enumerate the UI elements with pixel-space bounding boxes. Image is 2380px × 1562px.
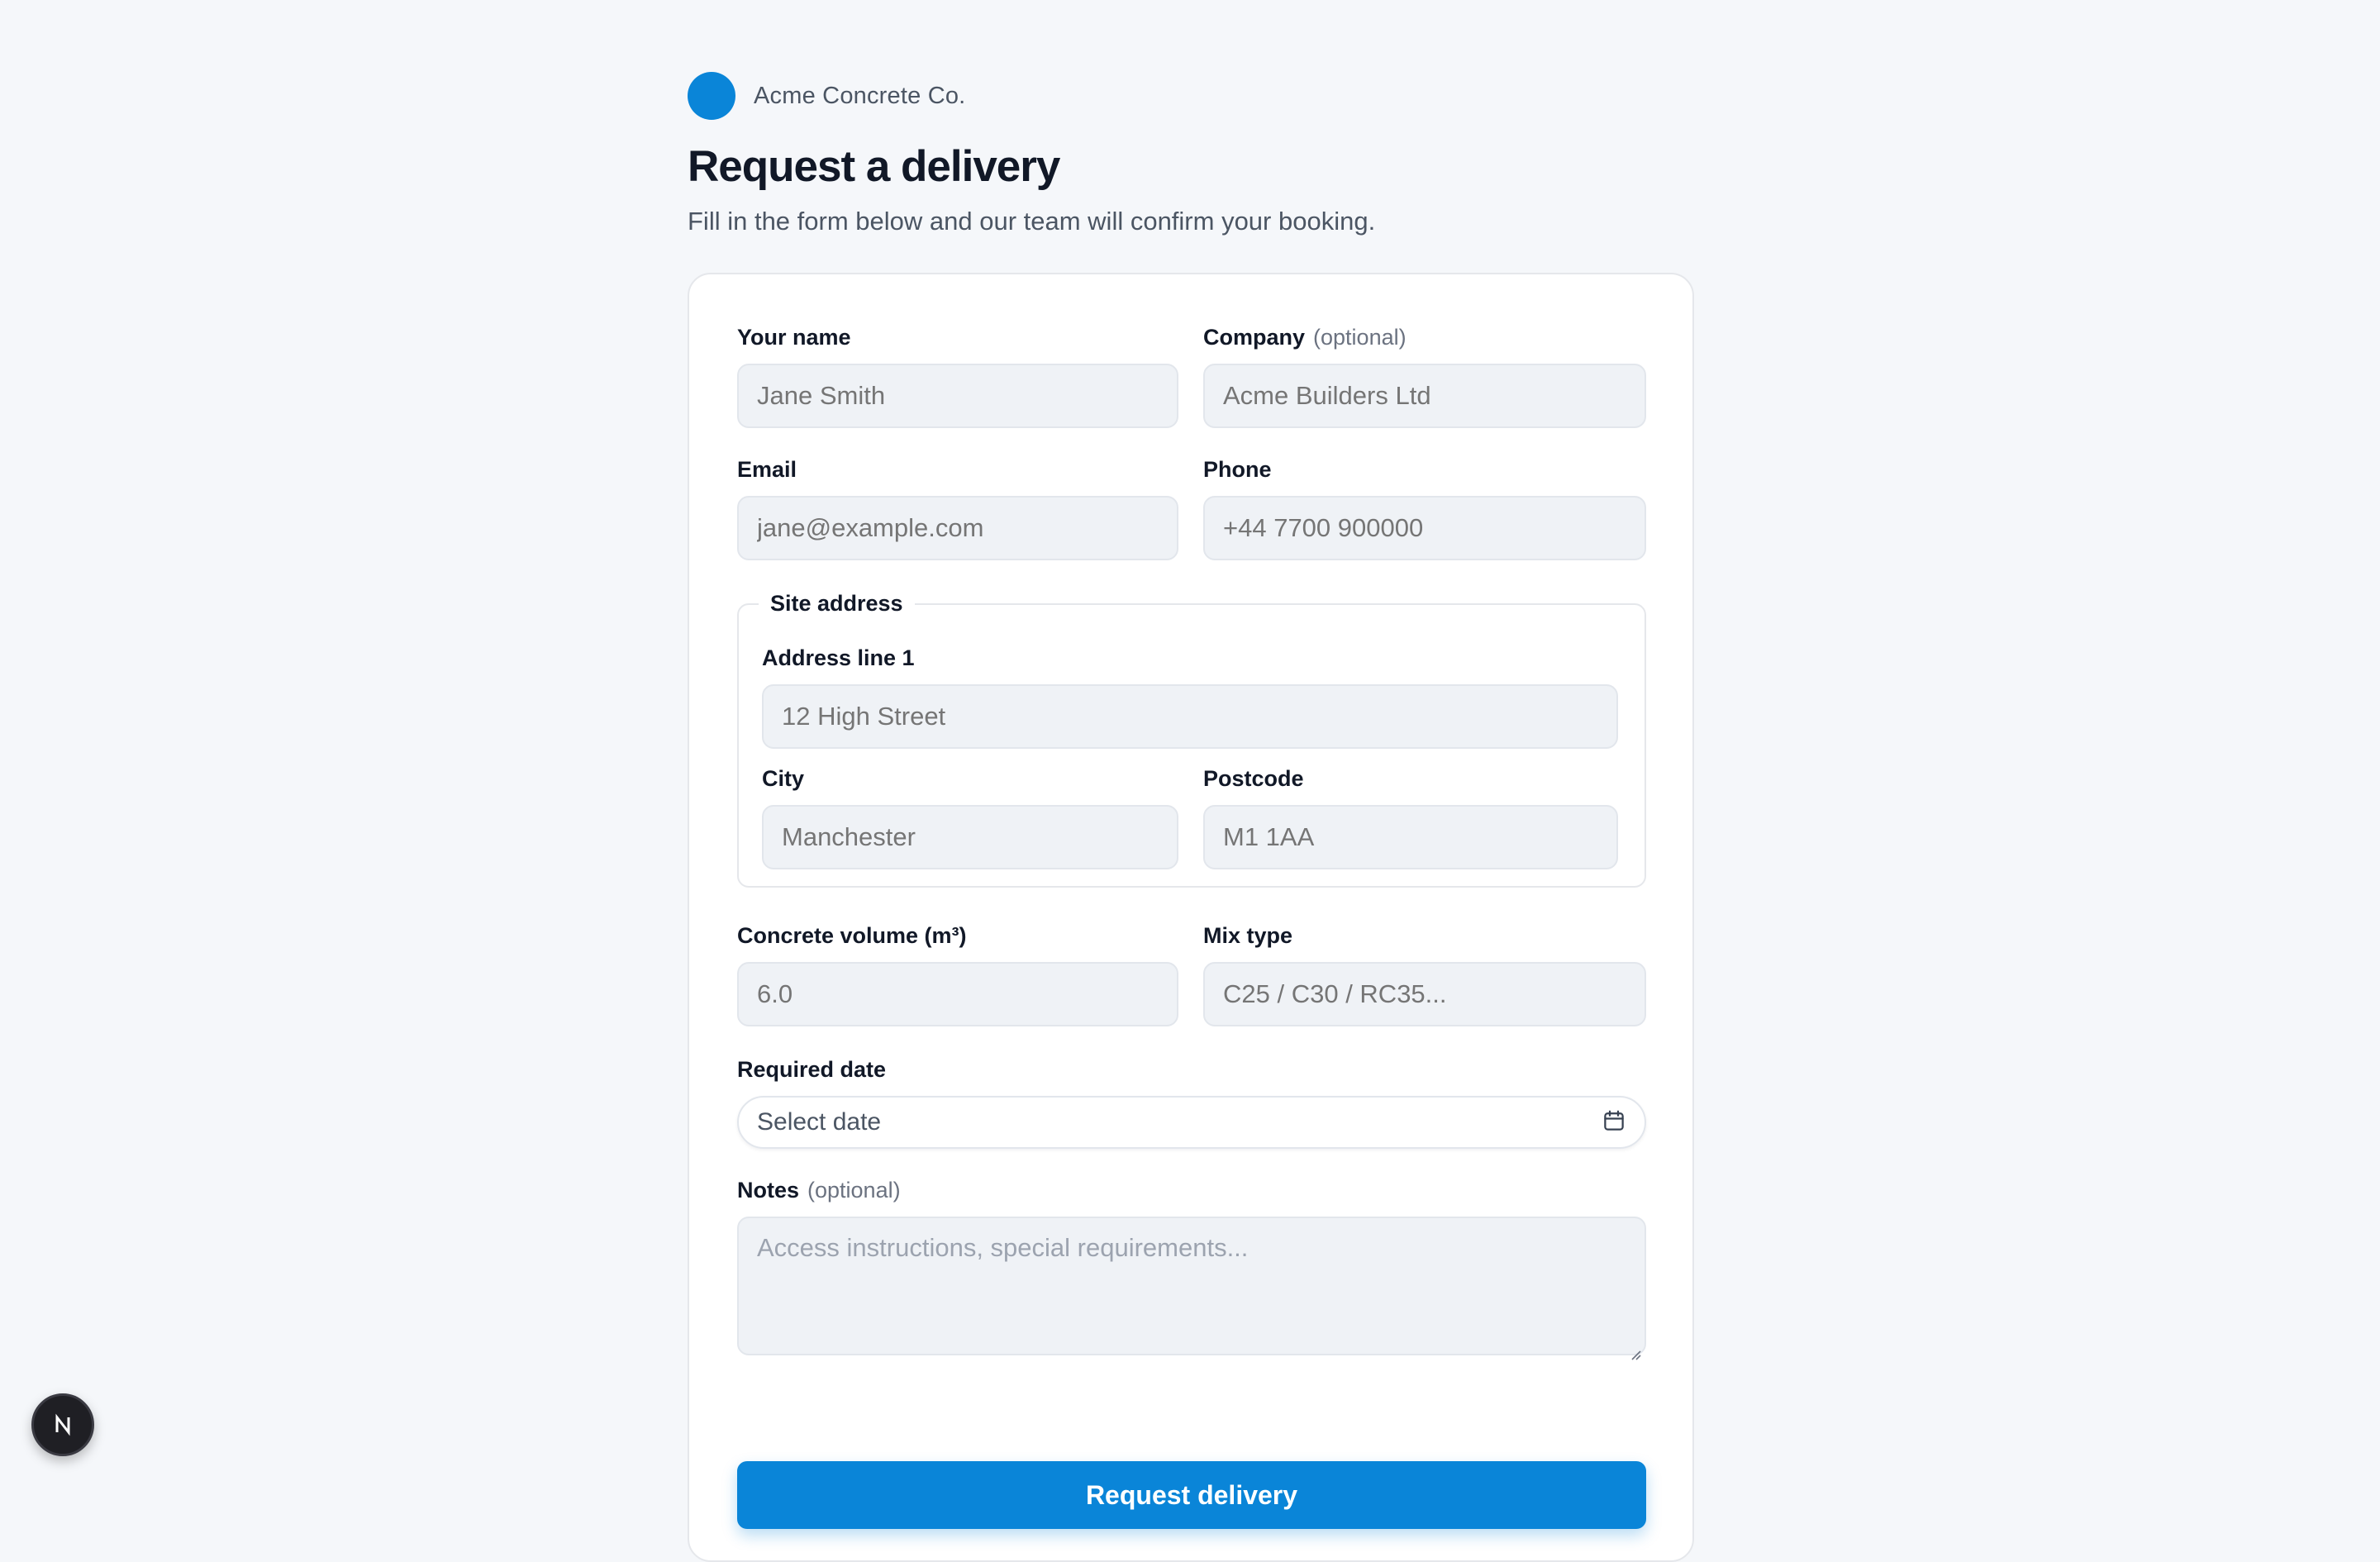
volume-label: Concrete volume (m³) <box>737 921 1178 950</box>
volume-field: Concrete volume (m³) <box>737 921 1178 1026</box>
name-input[interactable] <box>737 364 1178 428</box>
postcode-input[interactable] <box>1203 805 1618 869</box>
address1-label-text: Address line 1 <box>762 645 915 670</box>
name-field: Your name <box>737 322 1178 428</box>
email-input[interactable] <box>737 496 1178 560</box>
date-label-text: Required date <box>737 1057 887 1082</box>
nextjs-logo-icon <box>55 1413 70 1436</box>
notes-label: Notes (optional) <box>737 1175 1646 1205</box>
site-address-fieldset: Site address Address line 1 City Postcod… <box>737 588 1646 888</box>
email-field: Email <box>737 455 1178 560</box>
mix-field: Mix type <box>1203 921 1646 1026</box>
company-label-text: Company <box>1203 325 1306 350</box>
company-optional-hint: (optional) <box>1313 325 1407 350</box>
date-field: Required date Select date <box>737 1055 1646 1149</box>
postcode-field: Postcode <box>1203 764 1618 869</box>
postcode-label: Postcode <box>1203 764 1618 793</box>
city-input[interactable] <box>762 805 1178 869</box>
delivery-form-card: Your name Company(optional) Email Phone … <box>688 273 1694 1562</box>
city-field: City <box>762 764 1178 869</box>
notes-label-text: Notes <box>737 1178 800 1202</box>
address1-input[interactable] <box>762 684 1618 749</box>
volume-input[interactable] <box>737 962 1178 1026</box>
brand: Acme Concrete Co. <box>688 69 1694 122</box>
notes-placeholder: Access instructions, special requirement… <box>757 1233 1249 1262</box>
date-picker[interactable]: Select date <box>737 1096 1646 1149</box>
date-placeholder: Select date <box>757 1108 882 1136</box>
name-label: Your name <box>737 322 1178 352</box>
company-field: Company (optional) <box>1203 322 1646 428</box>
notes-optional-hint: (optional) <box>807 1178 901 1202</box>
page-subtitle: Fill in the form below and our team will… <box>688 207 1376 236</box>
site-address-legend: Site address <box>759 588 915 618</box>
resize-handle-icon[interactable] <box>1628 1337 1641 1360</box>
address1-field: Address line 1 <box>762 643 1618 749</box>
mix-input[interactable] <box>1203 962 1646 1026</box>
nextjs-dev-badge[interactable] <box>31 1393 94 1456</box>
email-label-text: Email <box>737 457 797 482</box>
phone-field: Phone <box>1203 455 1646 560</box>
city-label: City <box>762 764 1178 793</box>
notes-textarea[interactable]: Access instructions, special requirement… <box>737 1217 1646 1360</box>
mix-label: Mix type <box>1203 921 1646 950</box>
page-title: Request a delivery <box>688 142 1060 191</box>
company-label: Company (optional) <box>1203 322 1646 352</box>
date-label: Required date <box>737 1055 1646 1084</box>
city-label-text: City <box>762 766 805 791</box>
email-label: Email <box>737 455 1178 484</box>
brand-logo-icon <box>688 72 735 120</box>
page-container: Acme Concrete Co. Request a delivery Fil… <box>688 69 1694 1562</box>
calendar-icon[interactable] <box>1602 1108 1626 1137</box>
request-delivery-button[interactable]: Request delivery <box>737 1461 1646 1529</box>
notes-field: Notes (optional) Access instructions, spe… <box>737 1175 1646 1360</box>
phone-input[interactable] <box>1203 496 1646 560</box>
brand-name: Acme Concrete Co. <box>754 82 966 109</box>
company-input[interactable] <box>1203 364 1646 428</box>
phone-label-text: Phone <box>1203 457 1272 482</box>
address1-label: Address line 1 <box>762 643 1618 673</box>
name-label-text: Your name <box>737 325 851 350</box>
phone-label: Phone <box>1203 455 1646 484</box>
volume-label-text: Concrete volume (m³) <box>737 923 967 948</box>
mix-label-text: Mix type <box>1203 923 1293 948</box>
postcode-label-text: Postcode <box>1203 766 1304 791</box>
